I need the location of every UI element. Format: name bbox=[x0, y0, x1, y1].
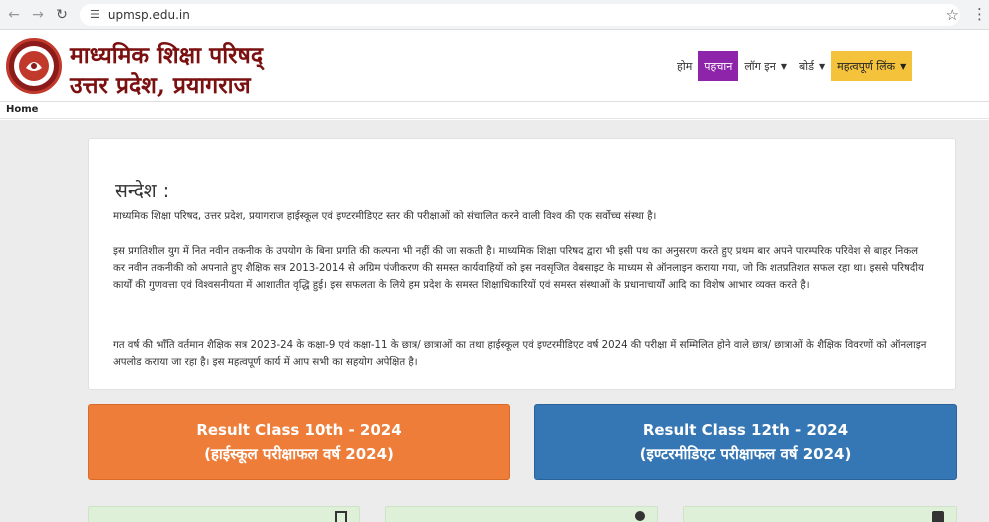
board-logo-icon[interactable] bbox=[6, 38, 62, 94]
breadcrumb-bar: Home bbox=[0, 102, 989, 119]
nav-board-label: बोर्ड bbox=[798, 59, 814, 73]
nav-board[interactable]: बोर्ड ▼ bbox=[793, 51, 831, 81]
address-bar[interactable]: ☰ upmsp.edu.in bbox=[80, 3, 960, 26]
url-text: upmsp.edu.in bbox=[107, 7, 190, 22]
nav-home[interactable]: होम bbox=[671, 51, 698, 81]
document-icon bbox=[932, 511, 944, 522]
message-paragraph: माध्यमिक शिक्षा परिषद, उत्तर प्रदेश, प्र… bbox=[113, 211, 657, 222]
message-heading: सन्देश : bbox=[115, 180, 170, 202]
nav-important-links[interactable]: महत्वपूर्ण लिंक ▼ bbox=[831, 51, 913, 81]
nav-important-links-label: महत्वपूर्ण लिंक bbox=[837, 59, 896, 73]
message-paragraph: गत वर्ष की भाँति वर्तमान शैक्षिक सत्र 20… bbox=[113, 340, 927, 368]
result-class12-subtitle: (इण्टरमीडिएट परीक्षाफल वर्ष 2024) bbox=[639, 445, 852, 463]
browser-toolbar: ← → ↻ ☰ upmsp.edu.in ☆ ⋮ bbox=[0, 0, 989, 30]
info-card[interactable] bbox=[385, 506, 658, 522]
reload-icon[interactable]: ↻ bbox=[52, 5, 72, 25]
back-icon[interactable]: ← bbox=[4, 5, 24, 25]
main-content: सन्देश : माध्यमिक शिक्षा परिषद, उत्तर प्… bbox=[0, 120, 989, 522]
menu-icon[interactable]: ⋮ bbox=[972, 5, 987, 23]
user-icon bbox=[635, 511, 645, 521]
result-class10-title: Result Class 10th - 2024 bbox=[196, 421, 402, 439]
main-nav: होम पहचान लॉग इन ▼ बोर्ड ▼ महत्वपूर्ण लि… bbox=[671, 51, 913, 81]
nav-login-label: लॉग इन bbox=[744, 59, 776, 73]
result-class12-title: Result Class 12th - 2024 bbox=[642, 421, 849, 439]
site-title-line1: माध्यमिक शिक्षा परिषद् bbox=[70, 42, 264, 69]
info-card[interactable] bbox=[88, 506, 360, 522]
breadcrumb-home[interactable]: Home bbox=[6, 104, 38, 115]
site-settings-icon[interactable]: ☰ bbox=[90, 8, 100, 21]
info-card[interactable] bbox=[683, 506, 957, 522]
result-class12-button[interactable]: Result Class 12th - 2024 (इण्टरमीडिएट पर… bbox=[534, 404, 957, 480]
home-icon bbox=[335, 511, 347, 522]
chevron-down-icon: ▼ bbox=[780, 61, 787, 71]
nav-identity[interactable]: पहचान bbox=[698, 51, 739, 81]
chevron-down-icon: ▼ bbox=[819, 61, 826, 71]
bookmark-star-icon[interactable]: ☆ bbox=[946, 6, 959, 24]
site-header: माध्यमिक शिक्षा परिषद् उत्तर प्रदेश, प्र… bbox=[0, 30, 989, 102]
message-card: सन्देश : माध्यमिक शिक्षा परिषद, उत्तर प्… bbox=[88, 138, 956, 390]
forward-icon[interactable]: → bbox=[28, 5, 48, 25]
nav-login[interactable]: लॉग इन ▼ bbox=[738, 51, 793, 81]
site-title-line2: उत्तर प्रदेश, प्रयागराज bbox=[70, 72, 251, 99]
result-class10-subtitle: (हाईस्कूल परीक्षाफल वर्ष 2024) bbox=[204, 445, 394, 463]
chevron-down-icon: ▼ bbox=[900, 61, 907, 71]
result-class10-button[interactable]: Result Class 10th - 2024 (हाईस्कूल परीक्… bbox=[88, 404, 510, 480]
message-paragraph: इस प्रगतिशील युग में नित नवीन तकनीक के उ… bbox=[113, 246, 924, 291]
